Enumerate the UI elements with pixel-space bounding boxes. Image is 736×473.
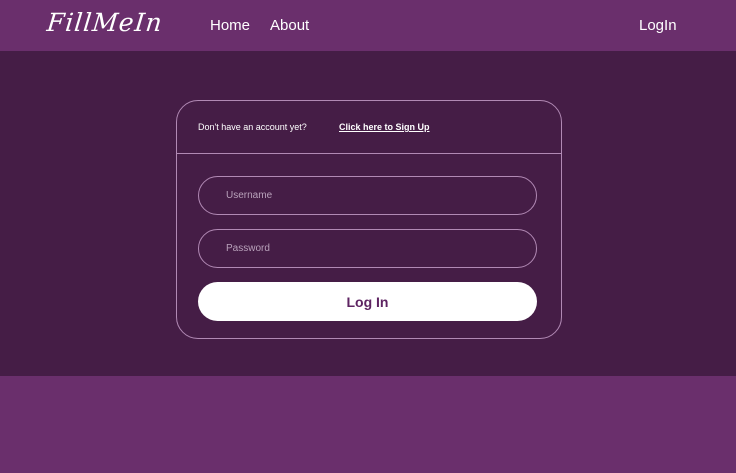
signup-prompt-text: Don't have an account yet? <box>198 122 307 132</box>
top-navbar: FillMeIn Home About LogIn <box>0 0 736 51</box>
login-button[interactable]: Log In <box>198 282 537 321</box>
username-input[interactable] <box>198 176 537 215</box>
login-section: Don't have an account yet? Click here to… <box>0 51 736 376</box>
signup-prompt-row: Don't have an account yet? Click here to… <box>177 101 561 154</box>
logo[interactable]: FillMeIn <box>45 8 164 37</box>
password-input[interactable] <box>198 229 537 268</box>
footer <box>0 376 736 473</box>
nav-link-home[interactable]: Home <box>210 17 250 34</box>
signup-link[interactable]: Click here to Sign Up <box>339 122 430 132</box>
login-card: Don't have an account yet? Click here to… <box>176 100 562 339</box>
nav-link-about[interactable]: About <box>270 17 309 34</box>
nav-login-link[interactable]: LogIn <box>639 17 677 34</box>
